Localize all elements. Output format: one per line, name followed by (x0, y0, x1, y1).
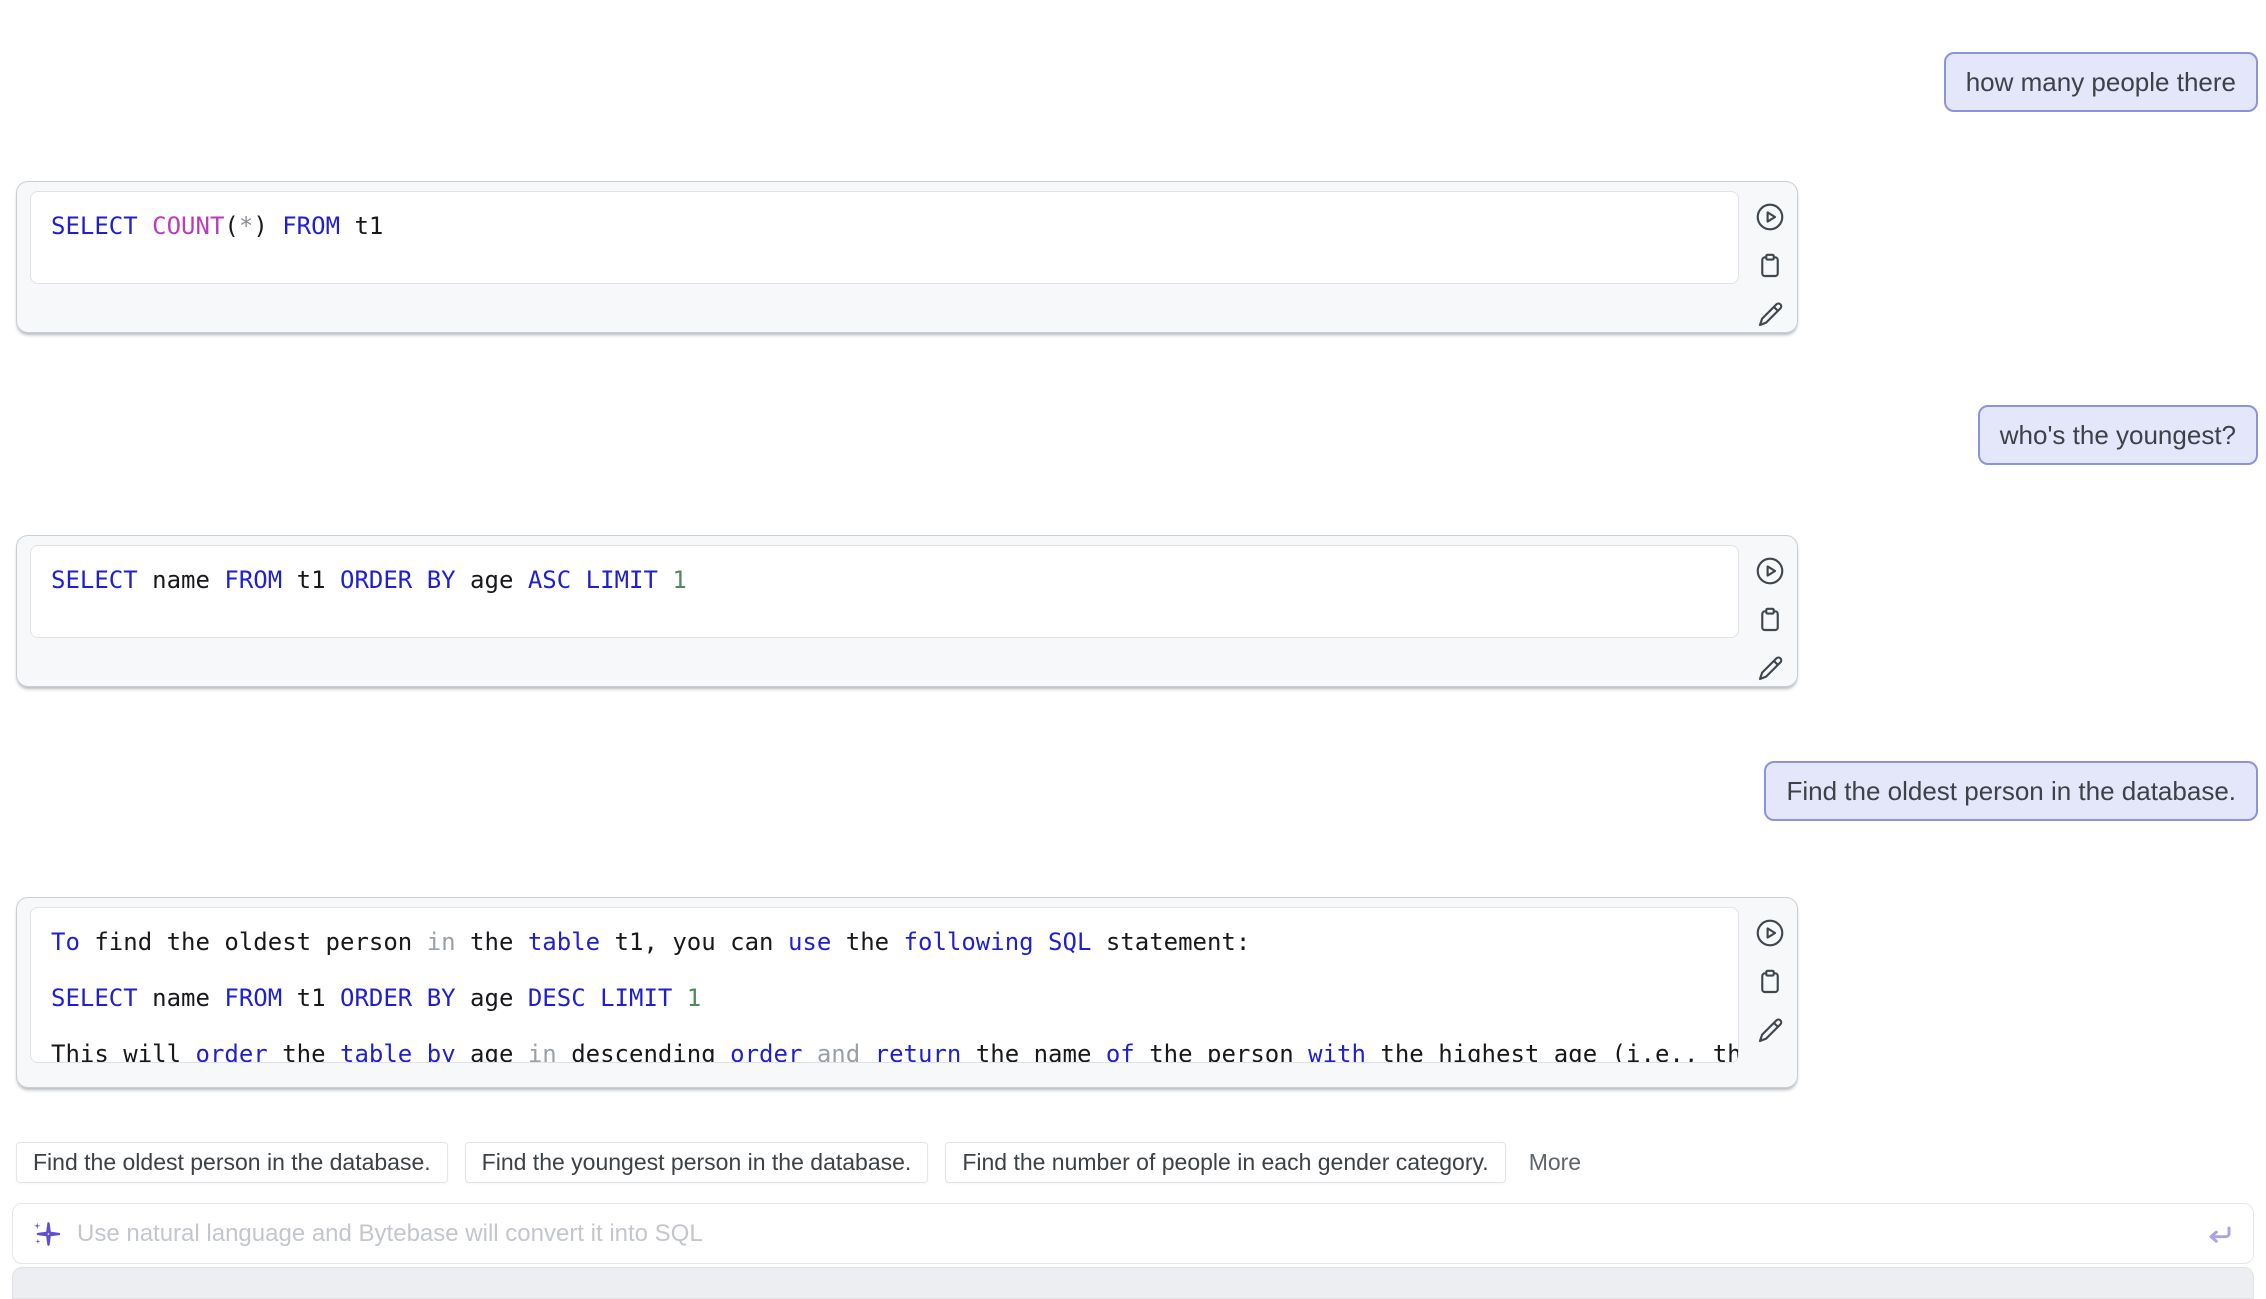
pencil-icon (1754, 1015, 1786, 1047)
sql-result-area: To find the oldest person in the table t… (30, 907, 1739, 1063)
play-circle-icon (1754, 917, 1786, 949)
suggestion-chip-gender-count[interactable]: Find the number of people in each gender… (945, 1142, 1505, 1183)
clipboard-icon (1754, 250, 1786, 282)
more-suggestions-button[interactable]: More (1523, 1149, 1587, 1176)
suggestion-bar: Find the oldest person in the database. … (16, 1142, 1587, 1183)
user-message-bubble: how many people there (1944, 52, 2258, 112)
edit-button[interactable] (1754, 299, 1786, 331)
sql-code-line: SELECT COUNT(*) FROM t1 (51, 198, 1718, 254)
message-action-bar (1754, 201, 1786, 331)
sql-result-area: SELECT COUNT(*) FROM t1 (30, 191, 1739, 284)
play-circle-icon (1754, 555, 1786, 587)
user-message-bubble: Find the oldest person in the database. (1764, 761, 2258, 821)
sql-code-line: SELECT name FROM t1 ORDER BY age ASC LIM… (51, 552, 1718, 608)
copy-button[interactable] (1754, 604, 1786, 636)
edit-button[interactable] (1754, 653, 1786, 685)
pencil-icon (1754, 653, 1786, 685)
copy-button[interactable] (1754, 966, 1786, 998)
edit-button[interactable] (1754, 1015, 1786, 1047)
run-query-button[interactable] (1754, 201, 1786, 233)
copy-button[interactable] (1754, 250, 1786, 282)
clipboard-icon (1754, 966, 1786, 998)
user-message-bubble: who's the youngest? (1978, 405, 2258, 465)
response-text-line: This will order the table by age in desc… (51, 1026, 1718, 1063)
clipboard-icon (1754, 604, 1786, 636)
natural-language-input[interactable] (75, 1219, 2189, 1249)
message-action-bar (1754, 917, 1786, 1047)
results-panel-edge (12, 1267, 2254, 1299)
return-key-icon (2203, 1218, 2235, 1250)
composer-bar (12, 1203, 2254, 1264)
suggestion-chip-youngest[interactable]: Find the youngest person in the database… (465, 1142, 929, 1183)
suggestion-chip-oldest[interactable]: Find the oldest person in the database. (16, 1142, 448, 1183)
pencil-icon (1754, 299, 1786, 331)
submit-query-button[interactable] (2203, 1218, 2235, 1250)
sparkles-icon (31, 1219, 61, 1249)
run-query-button[interactable] (1754, 917, 1786, 949)
assistant-response-block: SELECT name FROM t1 ORDER BY age ASC LIM… (16, 535, 1798, 687)
sql-code-line: SELECT name FROM t1 ORDER BY age DESC LI… (51, 970, 1718, 1026)
response-text-line: To find the oldest person in the table t… (51, 914, 1718, 970)
play-circle-icon (1754, 201, 1786, 233)
run-query-button[interactable] (1754, 555, 1786, 587)
assistant-response-block: To find the oldest person in the table t… (16, 897, 1798, 1088)
message-action-bar (1754, 555, 1786, 685)
assistant-response-block: SELECT COUNT(*) FROM t1 (16, 181, 1798, 333)
sql-result-area: SELECT name FROM t1 ORDER BY age ASC LIM… (30, 545, 1739, 638)
